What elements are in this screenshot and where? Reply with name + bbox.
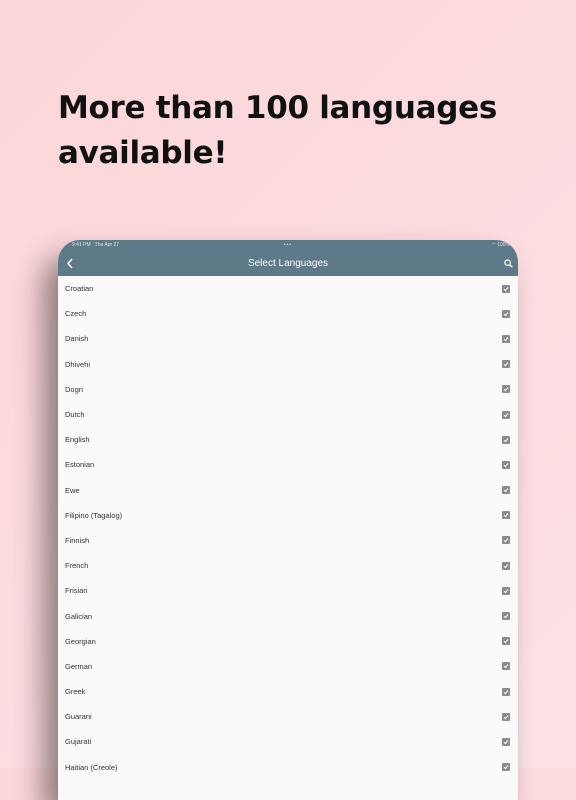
language-row[interactable]: German [58, 654, 518, 679]
language-checkbox[interactable] [502, 284, 510, 293]
language-label: Croatian [65, 284, 94, 294]
search-icon [503, 258, 513, 268]
language-checkbox[interactable] [502, 586, 510, 595]
language-label: German [65, 661, 93, 671]
language-checkbox[interactable] [502, 536, 510, 545]
checkmark-icon [503, 437, 509, 443]
checkmark-icon [503, 588, 509, 594]
language-row[interactable]: Haitian (Creole) [58, 755, 518, 780]
language-checkbox[interactable] [502, 334, 510, 343]
language-row[interactable]: Frisian [58, 578, 518, 603]
checkmark-icon [503, 614, 509, 619]
language-checkbox[interactable] [502, 486, 510, 495]
language-list: Croatian Czech Danish Dhivehi Dogri Dutch Engl… [58, 276, 518, 780]
language-row[interactable]: French [58, 553, 518, 578]
back-button[interactable] [63, 255, 77, 271]
language-checkbox[interactable] [502, 637, 510, 646]
search-button[interactable] [501, 255, 515, 271]
language-row[interactable]: Filipino (Tagalog) [58, 503, 518, 528]
language-label: Haitian (Creole) [65, 762, 118, 772]
nav-title: Select Languages [247, 257, 329, 269]
checkmark-icon [503, 639, 509, 644]
language-checkbox[interactable] [502, 737, 510, 746]
battery-level: 100% [497, 242, 510, 248]
checkmark-icon [503, 488, 509, 493]
checkmark-icon [503, 387, 509, 392]
language-checkbox[interactable] [502, 460, 510, 469]
wifi-icon: ◠ [491, 242, 496, 248]
checkmark-icon [503, 513, 509, 518]
language-label: Ewe [65, 485, 80, 495]
language-checkbox[interactable] [502, 360, 510, 369]
language-label: Estonian [65, 460, 95, 470]
checkmark-icon [503, 740, 509, 745]
language-row[interactable]: Dutch [58, 402, 518, 427]
language-row[interactable]: Dhivehi [58, 352, 518, 377]
checkmark-icon [503, 337, 509, 342]
multitasking-dots[interactable]: ••• [284, 242, 292, 248]
language-label: Gujarati [65, 737, 92, 747]
language-label: Finnish [65, 535, 90, 545]
checkmark-icon [503, 689, 509, 694]
language-row[interactable]: English [58, 427, 518, 452]
checkmark-icon [503, 765, 509, 770]
language-label: Guarani [65, 712, 92, 722]
language-label: Greek [65, 687, 86, 697]
checkmark-icon [503, 538, 509, 543]
chevron-left-icon [66, 257, 73, 269]
language-row[interactable]: Dogri [58, 377, 518, 402]
language-label: Frisian [65, 586, 88, 596]
language-row[interactable]: Ewe [58, 478, 518, 503]
status-bar: 9:41 PM Thu Apr 27 ••• ◠ 100% [58, 240, 518, 250]
language-checkbox[interactable] [502, 687, 510, 696]
language-label: Dutch [65, 410, 85, 420]
language-checkbox[interactable] [502, 410, 510, 419]
language-checkbox[interactable] [502, 662, 510, 671]
checkmark-icon [503, 286, 509, 291]
language-label: Galician [65, 611, 93, 621]
language-row[interactable]: Gujarati [58, 729, 518, 754]
language-label: Dhivehi [65, 359, 91, 369]
language-row[interactable]: Guarani [58, 704, 518, 729]
language-label: Czech [65, 309, 87, 319]
language-label: French [65, 561, 89, 571]
headline: More than 100 languages available! [58, 90, 497, 171]
language-label: English [65, 435, 90, 445]
checkmark-icon [503, 664, 509, 669]
language-checkbox[interactable] [502, 511, 510, 520]
device-screen: 9:41 PM Thu Apr 27 ••• ◠ 100% Select Lan… [58, 240, 518, 800]
checkmark-icon [503, 714, 509, 720]
language-row[interactable]: Danish [58, 326, 518, 351]
checkmark-icon [503, 412, 509, 417]
language-checkbox[interactable] [502, 763, 510, 772]
language-row[interactable]: Estonian [58, 452, 518, 477]
language-checkbox[interactable] [502, 712, 510, 721]
checkmark-icon [503, 563, 509, 569]
status-time: 9:41 PM [72, 242, 91, 248]
language-checkbox[interactable] [502, 561, 510, 570]
navigation-bar: Select Languages [58, 250, 518, 276]
language-label: Georgian [65, 636, 96, 646]
language-row[interactable]: Croatian [58, 276, 518, 301]
language-label: Dogri [65, 384, 83, 394]
language-row[interactable]: Galician [58, 603, 518, 628]
checkmark-icon [503, 311, 509, 317]
language-row[interactable]: Finnish [58, 528, 518, 553]
language-row[interactable]: Czech [58, 301, 518, 326]
checkmark-icon [503, 462, 509, 468]
language-checkbox[interactable] [502, 435, 510, 444]
status-date: Thu Apr 27 [94, 242, 120, 248]
status-right: ◠ 100% [491, 242, 510, 248]
language-label: Filipino (Tagalog) [65, 510, 123, 520]
language-checkbox[interactable] [502, 385, 510, 394]
language-row[interactable]: Georgian [58, 629, 518, 654]
checkmark-icon [503, 362, 509, 367]
language-row[interactable]: Greek [58, 679, 518, 704]
language-checkbox[interactable] [502, 612, 510, 621]
language-label: Danish [65, 334, 89, 344]
language-checkbox[interactable] [502, 309, 510, 318]
